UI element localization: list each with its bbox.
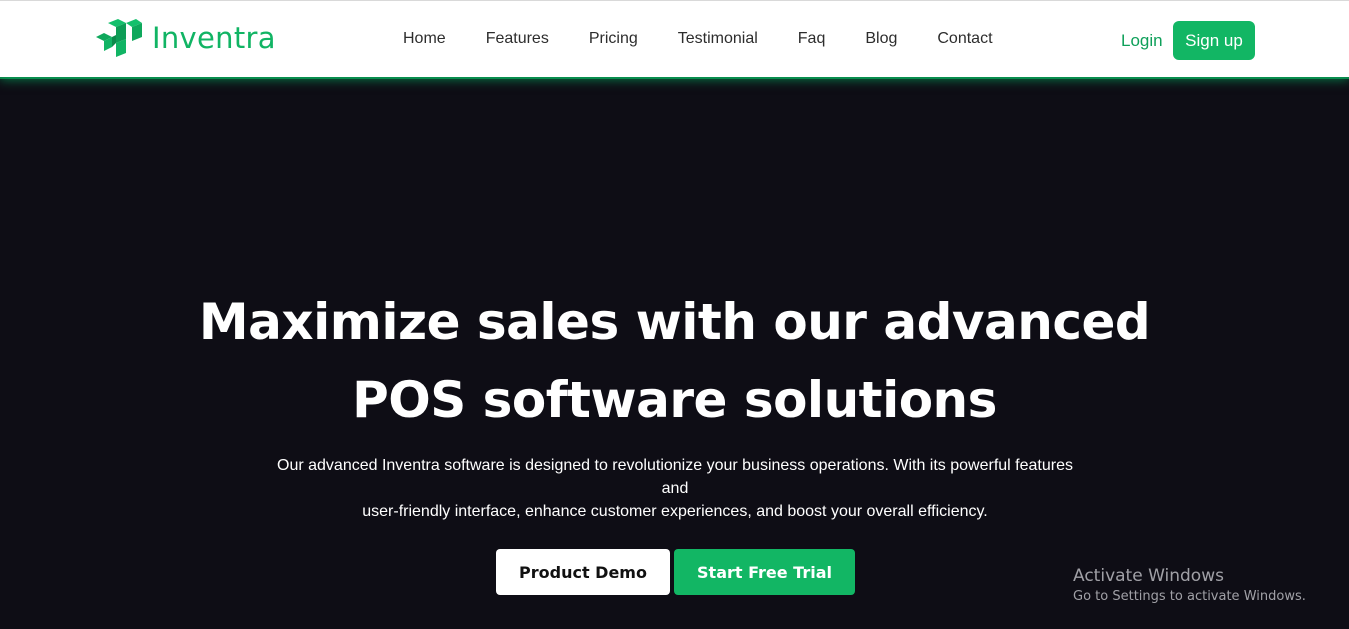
windows-activation-watermark: Activate Windows Go to Settings to activ… bbox=[1073, 565, 1306, 606]
hero-title-line2: POS software solutions bbox=[352, 371, 997, 429]
nav-home[interactable]: Home bbox=[403, 29, 446, 49]
nav-pricing[interactable]: Pricing bbox=[589, 29, 638, 49]
start-free-trial-button[interactable]: Start Free Trial bbox=[674, 549, 855, 595]
main-nav: Home Features Pricing Testimonial Faq Bl… bbox=[403, 29, 993, 49]
hero-subtitle-line1: Our advanced Inventra software is design… bbox=[277, 457, 1073, 497]
signup-button[interactable]: Sign up bbox=[1173, 21, 1255, 60]
nav-contact[interactable]: Contact bbox=[937, 29, 992, 49]
hero-subtitle: Our advanced Inventra software is design… bbox=[262, 454, 1088, 523]
hero-title-line1: Maximize sales with our advanced bbox=[198, 293, 1151, 351]
product-demo-button[interactable]: Product Demo bbox=[496, 549, 670, 595]
nav-features[interactable]: Features bbox=[486, 29, 549, 49]
inventra-logo-icon bbox=[96, 19, 142, 57]
top-navbar: Inventra Home Features Pricing Testimoni… bbox=[0, 0, 1349, 79]
nav-faq[interactable]: Faq bbox=[798, 29, 826, 49]
hero-subtitle-line2: user-friendly interface, enhance custome… bbox=[362, 503, 988, 520]
login-link[interactable]: Login bbox=[1121, 31, 1163, 51]
hero-title: Maximize sales with our advanced POS sof… bbox=[0, 283, 1349, 439]
watermark-subtitle: Go to Settings to activate Windows. bbox=[1073, 589, 1306, 604]
watermark-title: Activate Windows bbox=[1073, 566, 1224, 586]
nav-testimonial[interactable]: Testimonial bbox=[678, 29, 758, 49]
brand-name: Inventra bbox=[152, 21, 276, 55]
brand-logo[interactable]: Inventra bbox=[96, 18, 276, 58]
nav-blog[interactable]: Blog bbox=[865, 29, 897, 49]
